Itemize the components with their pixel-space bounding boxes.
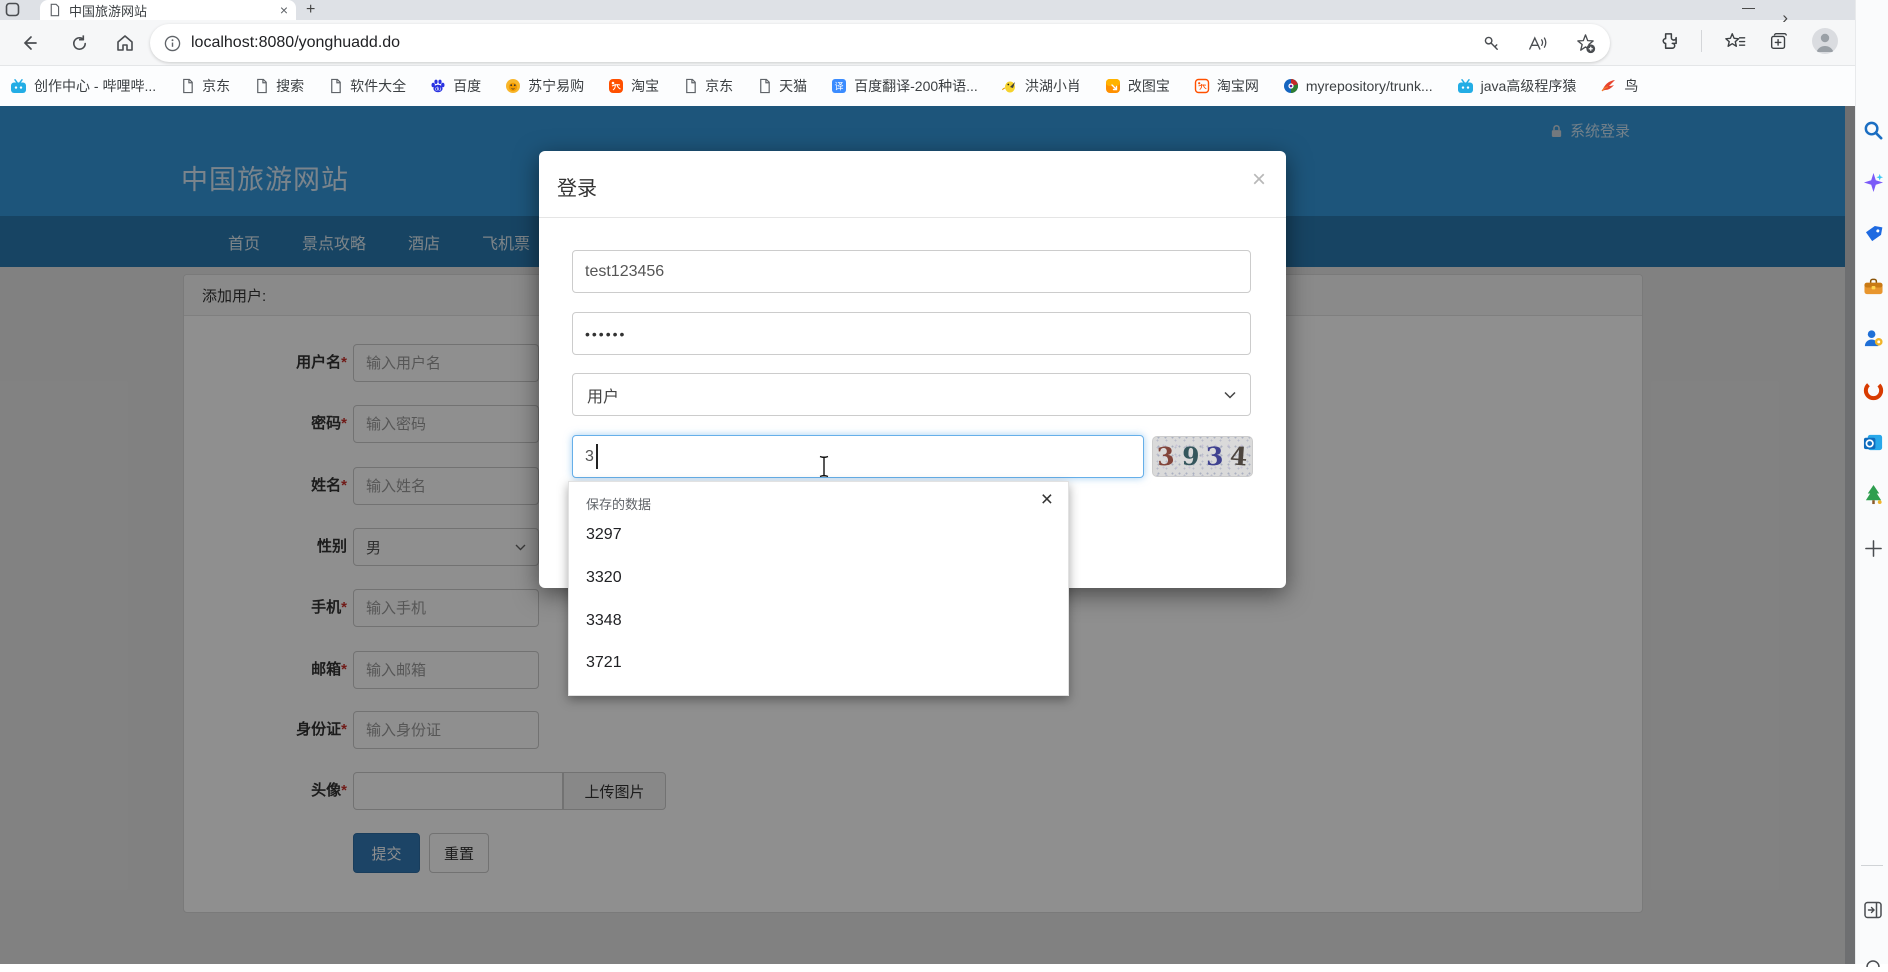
bookmark-item[interactable]: java高级程序猿: [1457, 76, 1576, 96]
password-key-icon[interactable]: [1482, 34, 1501, 53]
autofill-item[interactable]: 3721: [586, 654, 622, 672]
bookmark-item[interactable]: 京东: [683, 76, 733, 96]
gaitubao-icon: [1105, 79, 1120, 93]
bookmark-item[interactable]: 淘宝网: [1194, 76, 1259, 96]
svg-text:译: 译: [835, 82, 844, 92]
new-tab-button[interactable]: +: [306, 1, 315, 19]
taobao-icon: [609, 79, 624, 93]
autofill-dropdown: 保存的数据 × 3297 3320 3348 3721: [568, 481, 1069, 696]
bookmark-item[interactable]: 搜索: [254, 76, 304, 96]
tree-icon[interactable]: [1861, 482, 1885, 506]
favorites-icon[interactable]: [1724, 31, 1746, 52]
sidebar-partial-icon[interactable]: [1861, 948, 1885, 972]
extensions-icon[interactable]: [1658, 31, 1679, 52]
panel-toggle-icon[interactable]: [1861, 898, 1885, 922]
bookmark-item[interactable]: 创作中心 - 哔哩哔...: [10, 76, 156, 96]
toolbar-divider: [1701, 30, 1702, 52]
tab-bar: 中国旅游网站 × + —: [0, 0, 1888, 20]
modal-close-icon[interactable]: ×: [1252, 168, 1266, 192]
profile-avatar[interactable]: [1812, 28, 1838, 54]
baidu-paw-icon: du: [431, 79, 445, 93]
page-icon: [257, 78, 267, 94]
read-aloud-icon[interactable]: [1527, 34, 1549, 53]
bookmark-item[interactable]: 天猫: [757, 76, 807, 96]
refresh-button[interactable]: [66, 30, 92, 56]
suning-lion-icon: [506, 79, 521, 93]
repo-sphere-icon: [1283, 78, 1298, 93]
autofill-header: 保存的数据: [586, 497, 652, 512]
office-icon[interactable]: [1861, 378, 1885, 402]
bilibili-icon: [11, 78, 26, 93]
autofill-item[interactable]: 3297: [586, 526, 622, 544]
bookmark-item[interactable]: 译 百度翻译-200种语...: [831, 76, 978, 96]
home-button[interactable]: [112, 30, 138, 56]
bookmark-item[interactable]: 软件大全: [328, 76, 406, 96]
tab-title: 中国旅游网站: [69, 3, 148, 19]
browser-toolbar: localhost:8080/yonghuadd.do ⋯: [0, 20, 1888, 66]
login-username-input[interactable]: [572, 250, 1251, 293]
person-gear-icon[interactable]: [1861, 326, 1885, 350]
bookmark-item[interactable]: 淘宝: [608, 76, 659, 96]
text-caret: [596, 444, 598, 469]
tab-close-icon[interactable]: ×: [280, 3, 288, 17]
favorite-add-icon[interactable]: [1575, 33, 1596, 54]
login-password-input[interactable]: [572, 312, 1251, 355]
page-icon: [183, 78, 193, 94]
red-bird-icon: [1601, 80, 1616, 92]
sidebar-divider: [1861, 865, 1883, 866]
bookmark-item[interactable]: 改图宝: [1105, 76, 1170, 96]
bookmark-item[interactable]: du 百度: [430, 76, 481, 96]
bilibili-icon: [1457, 78, 1473, 93]
modal-header: 登录 ×: [539, 151, 1286, 218]
yellow-bird-icon: [1001, 81, 1015, 93]
page-icon: [686, 78, 696, 94]
page-icon: [760, 78, 770, 94]
address-bar[interactable]: localhost:8080/yonghuadd.do: [150, 24, 1610, 62]
search-icon[interactable]: [1861, 118, 1885, 142]
captcha-image[interactable]: 3 9 3 4: [1152, 436, 1253, 477]
sidebar-add-icon[interactable]: [1861, 536, 1885, 560]
bookmarks-bar: 创作中心 - 哔哩哔... 京东 搜索 软件大全 du 百度 苏宁易购 淘宝 京…: [0, 66, 1888, 106]
edge-sidebar: [1855, 0, 1888, 967]
bookmarks-overflow-chevron[interactable]: ›: [1782, 8, 1788, 28]
bookmark-item[interactable]: 洪湖小肖: [1001, 76, 1081, 96]
collections-icon[interactable]: [1768, 30, 1790, 52]
taobao-outline-icon: [1194, 78, 1210, 94]
bookmark-item[interactable]: 苏宁易购: [505, 76, 584, 96]
shopping-icon[interactable]: [1861, 222, 1885, 246]
back-button[interactable]: [16, 30, 42, 56]
bookmark-item[interactable]: myrepository/trunk...: [1283, 78, 1433, 94]
chevron-down-icon: [1224, 391, 1236, 399]
tab-favicon-page-icon: [50, 3, 60, 17]
autofill-item[interactable]: 3320: [586, 569, 622, 587]
outlook-icon[interactable]: [1861, 430, 1885, 454]
bookmark-item[interactable]: 京东: [180, 76, 230, 96]
url-text[interactable]: localhost:8080/yonghuadd.do: [191, 34, 1472, 52]
workspace-icon[interactable]: [5, 2, 20, 22]
autofill-close-icon[interactable]: ×: [1041, 488, 1053, 512]
page-icon: [331, 78, 341, 94]
browser-tab[interactable]: 中国旅游网站 ×: [40, 0, 296, 20]
site-info-icon[interactable]: [164, 35, 181, 52]
copilot-icon[interactable]: [1861, 170, 1885, 194]
login-role-select[interactable]: 用户: [572, 373, 1251, 416]
captcha-input[interactable]: [572, 435, 1144, 478]
window-minimize-button[interactable]: —: [1742, 0, 1755, 15]
bookmark-item[interactable]: 鸟: [1600, 76, 1638, 96]
mouse-ibeam-cursor: [818, 455, 830, 483]
modal-title: 登录: [557, 178, 597, 200]
autofill-item[interactable]: 3348: [586, 612, 622, 630]
baidu-translate-icon: 译: [832, 79, 847, 93]
tools-icon[interactable]: [1861, 274, 1885, 298]
svg-text:du: du: [435, 87, 441, 93]
